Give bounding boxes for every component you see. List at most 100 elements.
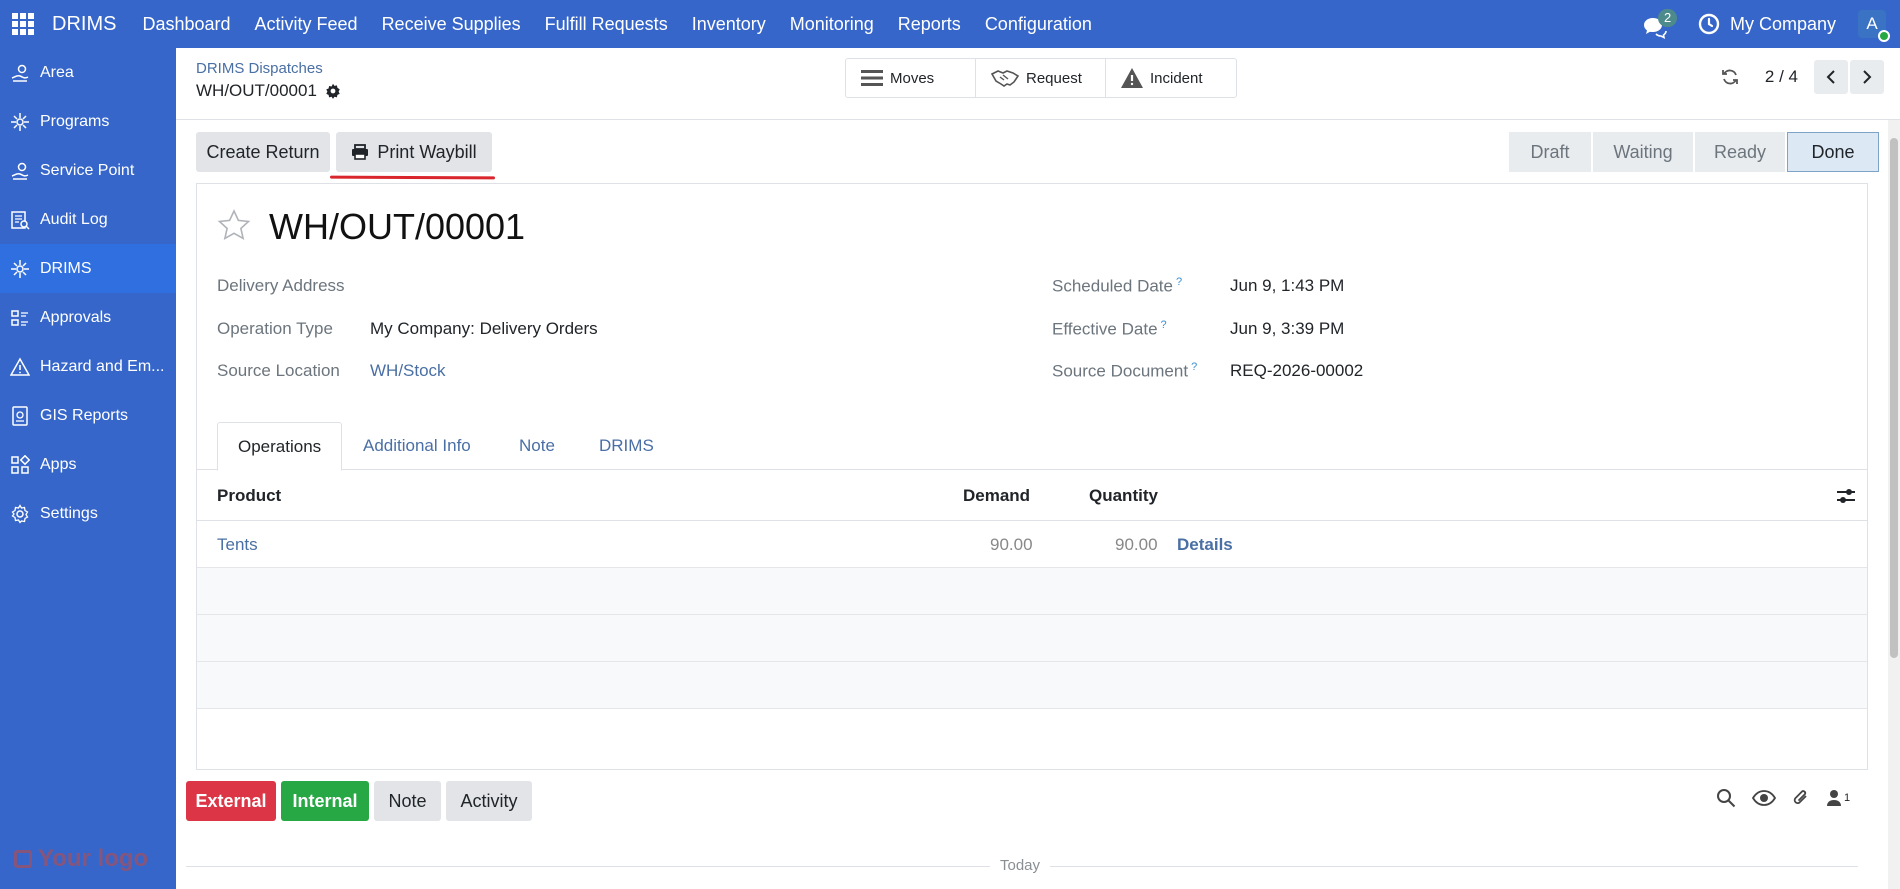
stage-waiting[interactable]: Waiting [1593,132,1693,172]
messages-button[interactable]: 2 [1642,9,1678,39]
sidebar-item-gis-reports[interactable]: GIS Reports [0,391,176,440]
paperclip-icon [1793,790,1807,804]
sidebar-item-label: Service Point [40,161,135,179]
brand-name[interactable]: DRIMS [52,13,116,36]
follow-button[interactable] [1752,789,1776,807]
scrollbar-thumb[interactable] [1890,138,1898,658]
search-messages-button[interactable] [1716,788,1736,808]
sidebar-item-programs[interactable]: Programs [0,97,176,146]
quantity-cell[interactable]: 90.00 [1115,535,1158,555]
clock-icon[interactable] [1698,13,1720,35]
notebook-tabs: Operations Additional Info Note DRIMS [197,422,1867,471]
sidebar-item-area[interactable]: Area [0,48,176,97]
help-tooltip-icon[interactable]: ? [1161,319,1167,331]
chevron-left-icon [1826,70,1835,84]
menu-fulfill-requests[interactable]: Fulfill Requests [545,14,668,35]
empty-table-row [197,662,1867,709]
stage-done[interactable]: Done [1787,132,1879,172]
smart-buttons: Moves Request Incident [845,58,1237,98]
refresh-icon[interactable] [1721,68,1739,86]
sidebar-item-label: DRIMS [40,259,92,277]
source-document-value[interactable]: REQ-2026-00002 [1230,361,1363,381]
column-header-product[interactable]: Product [217,486,281,506]
source-location-label: Source Location [217,361,340,380]
apps-icon [11,454,30,474]
pager-next-button[interactable] [1850,60,1884,94]
source-document-label: Source Document? [1052,361,1198,381]
smart-button-label: Request [1026,69,1082,87]
stage-draft[interactable]: Draft [1509,132,1591,172]
print-waybill-button[interactable]: Print Waybill [336,132,492,172]
breadcrumb-link[interactable]: DRIMS Dispatches [196,60,323,77]
company-switcher[interactable]: My Company [1730,14,1836,35]
sidebar-item-label: GIS Reports [40,406,129,424]
sidebar-item-label: Audit Log [40,210,108,228]
optional-columns-icon[interactable] [1836,487,1856,505]
details-button[interactable]: Details [1177,535,1233,555]
pager-previous-button[interactable] [1814,60,1848,94]
request-smart-button[interactable]: Request [976,59,1106,97]
help-tooltip-icon[interactable]: ? [1176,276,1182,288]
gear-icon[interactable] [325,83,341,99]
menu-reports[interactable]: Reports [898,14,961,35]
sidebar-item-label: Area [40,63,74,81]
menu-activity-feed[interactable]: Activity Feed [255,14,358,35]
date-separator-label: Today [990,857,1051,874]
moves-smart-button[interactable]: Moves [846,59,976,97]
demand-cell[interactable]: 90.00 [990,535,1033,555]
handshake-icon [990,70,1020,87]
column-header-quantity[interactable]: Quantity [1089,486,1158,506]
menu-monitoring[interactable]: Monitoring [790,14,874,35]
effective-date-value[interactable]: Jun 9, 3:39 PM [1230,319,1344,339]
record-name: WH/OUT/00001 [196,81,317,100]
menu-dashboard[interactable]: Dashboard [142,14,230,35]
tab-note[interactable]: Note [499,422,575,470]
highlight-underline [329,175,496,180]
empty-table-row [197,615,1867,662]
sidebar-item-hazard[interactable]: Hazard and Em... [0,342,176,391]
menu-inventory[interactable]: Inventory [692,14,766,35]
log-note-button[interactable]: Note [374,781,441,821]
star-icon[interactable] [217,209,251,241]
list-icon [861,70,883,86]
settings-icon [11,503,29,524]
sidebar-item-drims[interactable]: DRIMS [0,244,176,293]
sidebar-item-apps[interactable]: Apps [0,440,176,489]
chatter-toolbar: 1 [1716,788,1866,808]
product-cell[interactable]: Tents [217,535,258,555]
scheduled-date-value[interactable]: Jun 9, 1:43 PM [1230,276,1344,296]
tab-operations[interactable]: Operations [217,422,343,471]
top-navbar: DRIMS Dashboard Activity Feed Receive Su… [0,0,1900,48]
pager-counter[interactable]: 2 / 4 [1765,67,1798,87]
menu-configuration[interactable]: Configuration [985,14,1092,35]
column-header-demand[interactable]: Demand [963,486,1030,506]
sidebar-item-label: Settings [40,504,98,522]
incident-smart-button[interactable]: Incident [1106,59,1236,97]
sidebar-item-label: Hazard and Em... [40,357,165,375]
stage-ready[interactable]: Ready [1695,132,1785,172]
gis-reports-icon [12,405,28,426]
user-avatar[interactable]: A [1858,10,1890,42]
table-row[interactable]: Tents 90.00 90.00 Details [197,521,1867,568]
sidebar-item-approvals[interactable]: Approvals [0,293,176,342]
source-location-value[interactable]: WH/Stock [370,361,446,381]
logo-mark [14,850,32,868]
create-return-button[interactable]: Create Return [196,132,330,172]
service-point-icon [11,162,29,180]
operation-type-value[interactable]: My Company: Delivery Orders [370,319,598,339]
followers-button[interactable]: 1 [1826,789,1850,807]
warning-icon [1121,68,1143,88]
external-message-button[interactable]: External [186,781,276,821]
tab-drims[interactable]: DRIMS [579,422,674,470]
apps-menu-icon[interactable] [12,13,34,35]
internal-message-button[interactable]: Internal [281,781,369,821]
help-tooltip-icon[interactable]: ? [1191,361,1197,373]
sidebar-item-service-point[interactable]: Service Point [0,146,176,195]
online-status-dot [1878,30,1890,42]
attachments-button[interactable] [1792,788,1810,808]
tab-additional-info[interactable]: Additional Info [343,422,491,470]
sidebar-item-audit-log[interactable]: Audit Log [0,195,176,244]
sidebar-item-settings[interactable]: Settings [0,489,176,538]
schedule-activity-button[interactable]: Activity [446,781,532,821]
menu-receive-supplies[interactable]: Receive Supplies [382,14,521,35]
